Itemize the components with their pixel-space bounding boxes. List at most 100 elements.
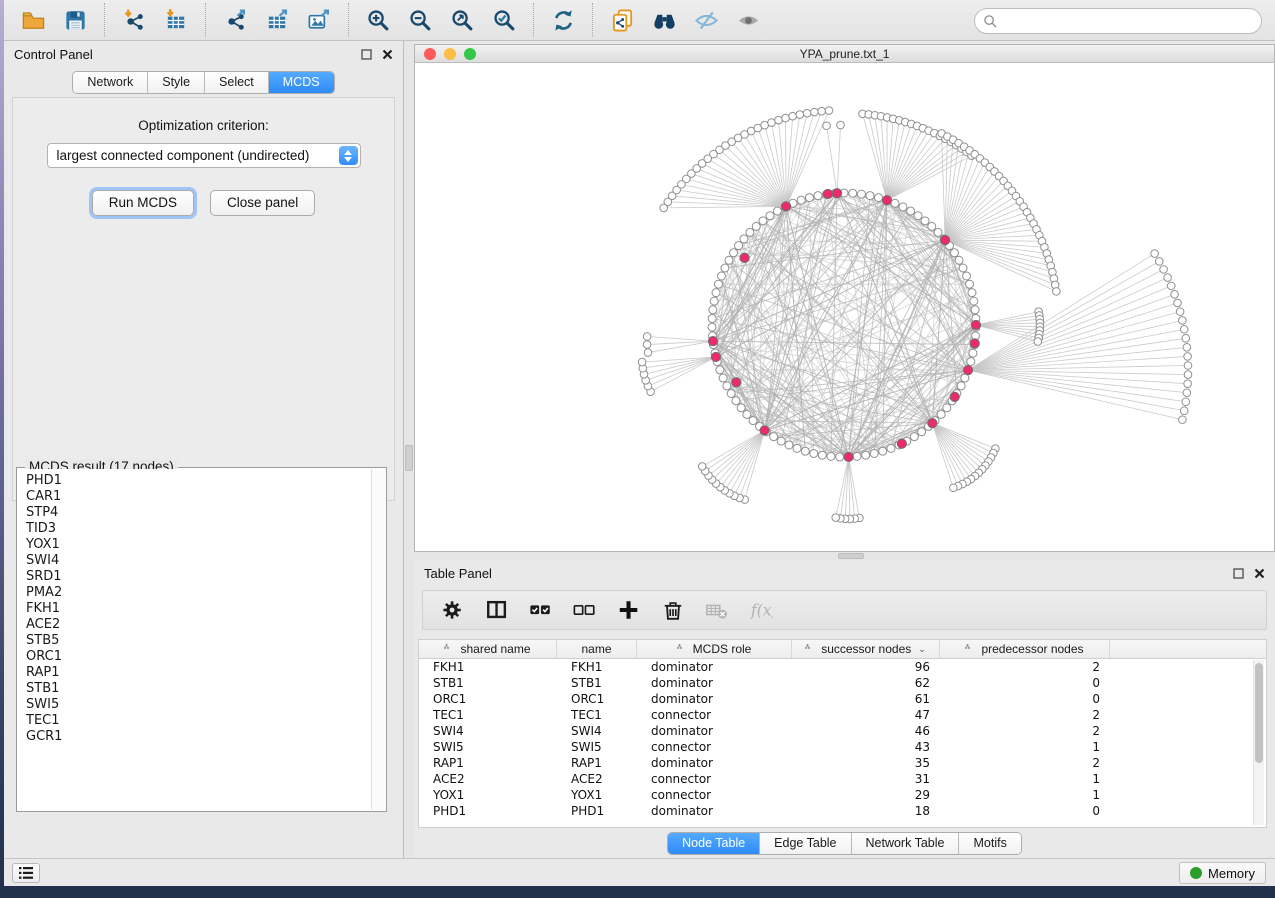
table-cell[interactable]: 61 bbox=[792, 691, 940, 707]
table-cell[interactable]: dominator bbox=[637, 675, 792, 691]
table-cell[interactable]: connector bbox=[637, 707, 792, 723]
graph-node[interactable] bbox=[971, 306, 979, 314]
graph-node[interactable] bbox=[810, 449, 818, 457]
table-cell[interactable]: 1 bbox=[940, 739, 1110, 755]
run-mcds-button[interactable]: Run MCDS bbox=[92, 190, 194, 216]
table-cell[interactable]: SWI5 bbox=[557, 739, 637, 755]
graph-node[interactable] bbox=[805, 194, 813, 202]
graph-node[interactable] bbox=[759, 217, 767, 225]
mcds-list-scrollbar[interactable] bbox=[371, 469, 385, 810]
import-network-icon[interactable] bbox=[119, 5, 149, 35]
table-cell[interactable]: TEC1 bbox=[557, 707, 637, 723]
graph-node[interactable] bbox=[801, 447, 809, 455]
search-input[interactable] bbox=[998, 14, 1261, 29]
select-all-icon[interactable] bbox=[527, 596, 555, 624]
table-cell[interactable]: 47 bbox=[792, 707, 940, 723]
table-row[interactable]: PHD1PHD1dominator180 bbox=[419, 803, 1266, 819]
window-minimize-light[interactable] bbox=[444, 48, 456, 60]
table-row[interactable]: RAP1RAP1dominator352 bbox=[419, 755, 1266, 771]
table-cell[interactable]: 18 bbox=[792, 803, 940, 819]
open-file-icon[interactable] bbox=[18, 5, 48, 35]
graph-node[interactable] bbox=[737, 404, 745, 412]
graph-node[interactable] bbox=[966, 280, 974, 288]
graph-leaf-node[interactable] bbox=[1171, 291, 1179, 299]
graph-node[interactable] bbox=[725, 256, 733, 264]
table-cell[interactable]: TEC1 bbox=[419, 707, 557, 723]
graph-leaf-node[interactable] bbox=[837, 121, 845, 129]
graph-leaf-node[interactable] bbox=[832, 514, 840, 522]
column-header-name[interactable]: name bbox=[557, 640, 637, 658]
table-cell[interactable]: RAP1 bbox=[557, 755, 637, 771]
graph-node[interactable] bbox=[818, 451, 826, 459]
graph-leaf-node[interactable] bbox=[825, 107, 833, 115]
criterion-dropdown[interactable]: largest connected component (undirected) bbox=[47, 143, 361, 168]
graph-leaf-node[interactable] bbox=[823, 122, 831, 130]
mcds-result-item[interactable]: YOX1 bbox=[26, 537, 371, 553]
graph-node[interactable] bbox=[827, 452, 835, 460]
table-cell[interactable]: connector bbox=[637, 739, 792, 755]
table-cell[interactable]: 1 bbox=[940, 771, 1110, 787]
mcds-result-item[interactable]: TID3 bbox=[26, 521, 371, 537]
tab-select[interactable]: Select bbox=[205, 72, 269, 93]
table-cell[interactable]: 0 bbox=[940, 691, 1110, 707]
graph-node[interactable] bbox=[708, 323, 716, 331]
graph-leaf-node[interactable] bbox=[643, 333, 651, 341]
mcds-result-item[interactable]: SWI4 bbox=[26, 553, 371, 569]
table-cell[interactable]: ORC1 bbox=[557, 691, 637, 707]
graph-node[interactable] bbox=[749, 417, 757, 425]
graph-leaf-node[interactable] bbox=[1184, 362, 1192, 370]
graph-node[interactable] bbox=[937, 410, 945, 418]
table-cell[interactable]: 62 bbox=[792, 675, 940, 691]
graph-leaf-node[interactable] bbox=[1155, 258, 1163, 266]
graph-node[interactable] bbox=[743, 410, 751, 418]
zoom-selected-icon[interactable] bbox=[489, 5, 519, 35]
graph-leaf-node[interactable] bbox=[803, 109, 811, 117]
graph-node[interactable] bbox=[887, 444, 895, 452]
table-tab-network-table[interactable]: Network Table bbox=[852, 833, 960, 854]
mcds-result-item[interactable]: STB1 bbox=[26, 681, 371, 697]
table-cell[interactable]: FKH1 bbox=[419, 659, 557, 675]
table-cell[interactable]: FKH1 bbox=[557, 659, 637, 675]
graph-leaf-node[interactable] bbox=[1183, 344, 1191, 352]
column-header-successor-nodes[interactable]: successor nodes⌄ bbox=[792, 640, 940, 658]
graph-node[interactable] bbox=[773, 207, 781, 215]
table-cell[interactable]: ACE2 bbox=[419, 771, 557, 787]
graph-node[interactable] bbox=[969, 349, 977, 357]
graph-node[interactable] bbox=[870, 449, 878, 457]
refresh-icon[interactable] bbox=[548, 5, 578, 35]
add-icon[interactable] bbox=[615, 596, 643, 624]
graph-leaf-node[interactable] bbox=[789, 112, 797, 120]
mcds-result-item[interactable]: RAP1 bbox=[26, 665, 371, 681]
graph-dominator-node[interactable] bbox=[882, 196, 891, 205]
graph-node[interactable] bbox=[907, 207, 915, 215]
graph-dominator-node[interactable] bbox=[844, 452, 853, 461]
graph-node[interactable] bbox=[719, 374, 727, 382]
mcds-result-list[interactable]: PHD1CAR1STP4TID3YOX1SWI4SRD1PMA2FKH1ACE2… bbox=[18, 469, 371, 810]
graph-node[interactable] bbox=[879, 447, 887, 455]
graph-node[interactable] bbox=[716, 366, 724, 374]
table-tab-node-table[interactable]: Node Table bbox=[668, 833, 760, 854]
graph-leaf-node[interactable] bbox=[1180, 407, 1188, 415]
graph-node[interactable] bbox=[862, 451, 870, 459]
table-cell[interactable]: PHD1 bbox=[419, 803, 557, 819]
graph-dominator-node[interactable] bbox=[740, 253, 749, 262]
graph-leaf-node[interactable] bbox=[1184, 353, 1192, 361]
mcds-result-item[interactable]: ACE2 bbox=[26, 617, 371, 633]
graph-dominator-node[interactable] bbox=[897, 439, 906, 448]
graph-node[interactable] bbox=[714, 280, 722, 288]
table-row[interactable]: TEC1TEC1connector472 bbox=[419, 707, 1266, 723]
table-cell[interactable]: SWI4 bbox=[419, 723, 557, 739]
graph-leaf-node[interactable] bbox=[768, 119, 776, 127]
window-maximize-light[interactable] bbox=[464, 48, 476, 60]
graph-node[interactable] bbox=[857, 190, 865, 198]
mcds-result-item[interactable]: SRD1 bbox=[26, 569, 371, 585]
graph-node[interactable] bbox=[717, 272, 725, 280]
table-cell[interactable]: 0 bbox=[940, 803, 1110, 819]
mcds-result-item[interactable]: CAR1 bbox=[26, 489, 371, 505]
graph-node[interactable] bbox=[963, 272, 971, 280]
table-row[interactable]: YOX1YOX1connector291 bbox=[419, 787, 1266, 803]
graph-leaf-node[interactable] bbox=[1183, 389, 1191, 397]
graph-dominator-node[interactable] bbox=[782, 202, 791, 211]
graph-node[interactable] bbox=[955, 256, 963, 264]
memory-button[interactable]: Memory bbox=[1179, 862, 1266, 884]
